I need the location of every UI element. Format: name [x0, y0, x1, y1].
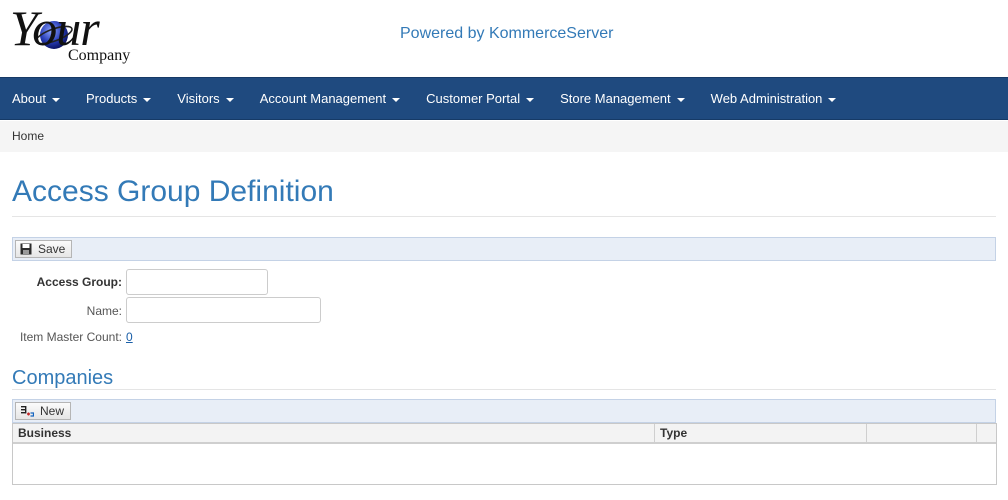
caret-down-icon [828, 97, 837, 102]
access-group-label: Access Group: [36, 275, 122, 289]
logo-subtitle: Company [68, 47, 131, 64]
companies-toolbar: New [12, 399, 996, 423]
nav-item-account-management[interactable]: Account Management [247, 78, 413, 119]
logo-wordmark: Your [10, 0, 100, 56]
nav-label: Store Management [560, 91, 671, 106]
save-button[interactable]: Save [15, 240, 73, 258]
column-header-scroll [977, 424, 996, 442]
nav-item-customer-portal[interactable]: Customer Portal [413, 78, 547, 119]
caret-down-icon [392, 97, 401, 102]
breadcrumb-home[interactable]: Home [12, 129, 44, 143]
page-title: Access Group Definition [12, 175, 334, 208]
nav-item-web-administration[interactable]: Web Administration [698, 78, 850, 119]
caret-down-icon [676, 97, 685, 102]
caret-down-icon [143, 97, 152, 102]
breadcrumb: Home [0, 121, 1008, 152]
nav-item-store-management[interactable]: Store Management [547, 78, 698, 119]
nav-label: Customer Portal [426, 91, 521, 106]
caret-down-icon [225, 97, 234, 102]
floppy-disk-icon [20, 243, 32, 255]
new-record-icon [21, 406, 34, 417]
powered-by-text: Powered by KommerceServer [400, 25, 614, 42]
nav-label: Web Administration [710, 91, 823, 106]
nav-label: Products [85, 91, 138, 106]
column-header-type[interactable]: Type [655, 424, 867, 442]
nav-item-about[interactable]: About [0, 78, 73, 119]
companies-grid: Business Type [12, 423, 997, 485]
new-label: New [40, 404, 65, 418]
name-label: Name: [86, 304, 122, 318]
form-toolbar: Save [12, 237, 996, 261]
caret-down-icon [51, 97, 60, 102]
nav-item-products[interactable]: Products [73, 78, 164, 119]
companies-section-title: Companies [12, 367, 114, 389]
nav-item-visitors[interactable]: Visitors [164, 78, 246, 119]
nav-label: Visitors [177, 91, 220, 106]
nav-label: Account Management [259, 91, 387, 106]
title-divider [12, 216, 996, 217]
main-navbar: About Products Visitors Account Manageme… [0, 77, 1008, 120]
nav-label: About [12, 91, 46, 106]
access-group-input[interactable] [126, 269, 268, 295]
column-header-business[interactable]: Business [13, 424, 655, 442]
name-input[interactable] [126, 297, 321, 323]
company-logo[interactable]: Your Company [10, 3, 145, 69]
new-company-button[interactable]: New [15, 402, 72, 420]
item-master-count-link[interactable]: 0 [126, 330, 133, 344]
caret-down-icon [526, 97, 535, 102]
section-divider [12, 389, 996, 390]
site-header: Your Company Powered by KommerceServer [0, 0, 1008, 77]
column-header-blank [867, 424, 977, 442]
grid-header-row: Business Type [13, 424, 996, 444]
save-label: Save [38, 242, 66, 256]
item-master-count-label: Item Master Count: [19, 330, 122, 344]
